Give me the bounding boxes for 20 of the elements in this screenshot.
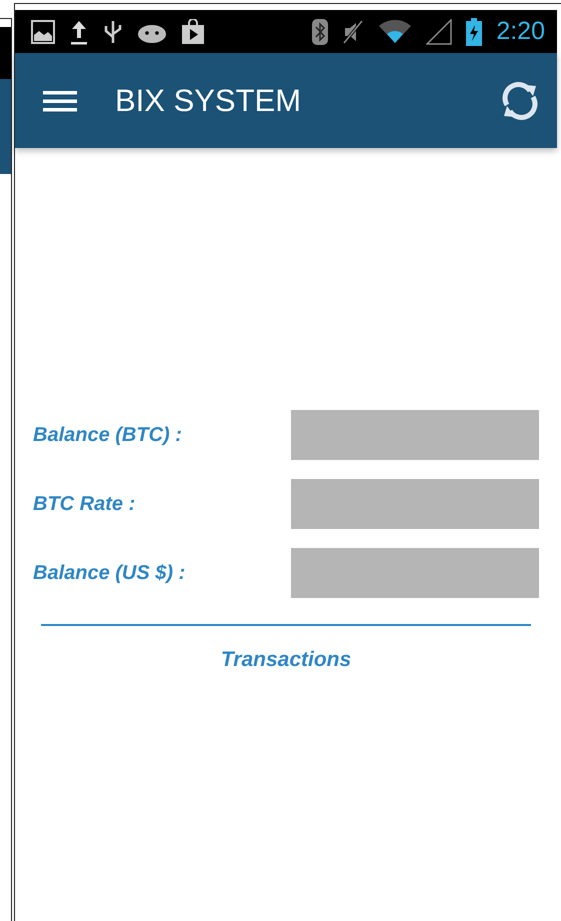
usb-icon — [103, 18, 123, 44]
wifi-icon — [378, 20, 412, 44]
bluetooth-icon — [312, 18, 328, 44]
status-time: 2:20 — [496, 17, 545, 46]
field-label: Balance (BTC) : — [33, 424, 182, 446]
menu-button[interactable] — [43, 88, 77, 112]
mute-icon — [342, 18, 364, 44]
value-field[interactable] — [291, 479, 539, 529]
play-store-icon — [181, 18, 205, 44]
field-label: Balance (US $) : — [33, 562, 186, 584]
value-field[interactable] — [291, 410, 539, 460]
field-label: BTC Rate : — [33, 492, 136, 516]
battery-icon — [466, 18, 482, 46]
signal-icon — [426, 18, 452, 44]
refresh-button[interactable] — [501, 80, 539, 120]
app-title: BIX SYSTEM — [115, 82, 302, 118]
upload-icon — [69, 18, 89, 44]
section-title: Transactions — [220, 648, 352, 672]
picture-icon — [31, 20, 55, 44]
value-field[interactable] — [291, 548, 539, 598]
